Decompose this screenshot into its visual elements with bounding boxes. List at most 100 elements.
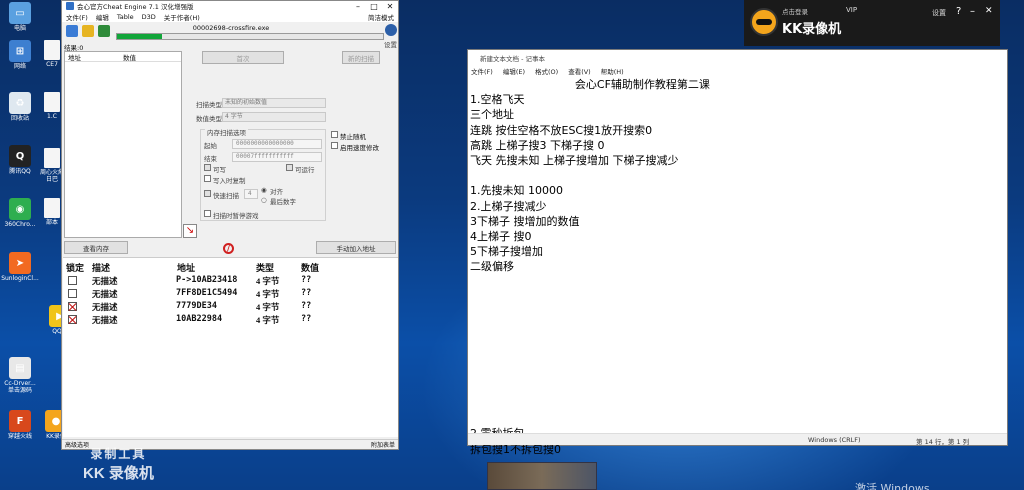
new-scan-button[interactable]: 新的扫描	[342, 51, 380, 64]
writable-checkbox[interactable]	[204, 164, 211, 171]
executable-checkbox[interactable]	[286, 164, 293, 171]
desktop-app-icon: ♻	[9, 92, 31, 114]
desktop-icon-label: 穿越火线	[7, 433, 32, 440]
scan-progress-bar	[116, 33, 384, 40]
process-name: 00002698-crossfire.exe	[192, 24, 270, 32]
value-type-select[interactable]: 4 字节	[222, 112, 326, 122]
close-icon[interactable]: ✕	[382, 2, 398, 11]
row-type: 4 字节	[256, 276, 280, 286]
desktop-app-icon: ➤	[9, 252, 31, 274]
desktop-icon[interactable]: ◉ 360Chro...	[0, 198, 40, 229]
enable-speedhack-label: 启用速度修改	[340, 144, 379, 152]
np-menu-view[interactable]: 查看(V)	[568, 66, 591, 76]
table-row[interactable]: 无描述 7FF8DE1C5494 4 字节??	[63, 288, 398, 300]
row-type: 4 字节	[256, 302, 280, 312]
menu-table[interactable]: Table	[117, 13, 134, 21]
last-digits-radio[interactable]: ○	[261, 196, 267, 204]
close-icon[interactable]: ✕	[985, 6, 993, 16]
desktop-icon[interactable]: Q 腾讯QQ	[0, 145, 40, 176]
document-icon	[44, 92, 60, 112]
menu-d3d[interactable]: D3D	[142, 13, 156, 21]
add-address-button[interactable]: 手动加入地址	[316, 241, 396, 254]
row-description: 无描述	[92, 315, 118, 325]
pointer-arrow-icon[interactable]: ↘	[183, 224, 197, 238]
align-radio[interactable]: ◉	[261, 186, 267, 194]
stop-icon[interactable]: /	[223, 243, 234, 254]
kk-vip-badge[interactable]: VIP	[846, 6, 857, 14]
desktop-app-icon: ⊞	[9, 40, 31, 62]
np-menu-file[interactable]: 文件(F)	[471, 66, 493, 76]
disable-random-checkbox[interactable]	[331, 131, 338, 138]
col-value[interactable]: 数值	[123, 52, 136, 62]
desktop-app-icon: ◉	[9, 198, 31, 220]
col-address[interactable]: 地址	[65, 52, 123, 62]
stop-address-field[interactable]: 00007fffffffffff	[232, 152, 322, 162]
desktop-icon-label: 电脑	[13, 25, 26, 32]
start-address-field[interactable]: 0000000000000000	[232, 139, 322, 149]
notepad-line: 4上梯子 搜0	[470, 229, 532, 243]
settings-label[interactable]: 设置	[384, 39, 397, 49]
maximize-icon[interactable]: □	[366, 2, 382, 11]
menu-simple-mode[interactable]: 简洁模式	[368, 12, 398, 22]
freeze-checkbox[interactable]	[68, 276, 77, 285]
desktop-icon[interactable]: ♻ 回收站	[0, 92, 40, 123]
table-row[interactable]: 无描述 7779DE34 4 字节??	[63, 301, 398, 313]
desktop-icon-label: Cc-Drver... 单击源码	[4, 380, 36, 394]
found-address-list[interactable]: 地址 数值	[64, 51, 182, 238]
table-row[interactable]: 无描述 P->10AB23418 4 字节??	[63, 275, 398, 287]
notepad-line	[470, 274, 1005, 289]
notepad-title: 新建文本文档 - 记事本	[480, 54, 545, 63]
kk-settings-link[interactable]: 设置	[932, 8, 946, 18]
taskbar-thumbnail[interactable]	[487, 462, 597, 490]
menu-file[interactable]: 文件(F)	[66, 12, 88, 22]
ce-logo-icon[interactable]	[385, 24, 397, 36]
kk-login-link[interactable]: 点击登录	[782, 6, 808, 16]
desktop-app-icon: ▭	[9, 2, 31, 24]
freeze-checkbox[interactable]	[68, 315, 77, 324]
th-address[interactable]: 地址	[177, 261, 195, 274]
np-menu-help[interactable]: 帮助(H)	[601, 66, 624, 76]
notepad-line	[470, 320, 1005, 335]
desktop-icon[interactable]: ▤ Cc-Drver... 单击源码	[0, 357, 40, 394]
enable-speedhack-checkbox[interactable]	[331, 142, 338, 149]
ce-title-bar[interactable]: 会心官方Cheat Engine 7.1 汉化增强版 – □ ✕	[62, 1, 398, 11]
desktop-icon[interactable]: ▭ 电脑	[0, 2, 40, 33]
row-value: ??	[301, 301, 312, 311]
cheat-table-header: 锁定 描述 地址 类型 数值	[63, 261, 398, 273]
minimize-icon[interactable]: –	[350, 2, 366, 11]
th-active[interactable]: 锁定	[66, 261, 84, 274]
scan-type-select[interactable]: 未知的初始数值	[222, 98, 326, 108]
th-value[interactable]: 数值	[301, 261, 319, 274]
th-description[interactable]: 描述	[92, 261, 110, 274]
table-row[interactable]: 无描述 10AB22984 4 字节??	[63, 314, 398, 326]
desktop-icon[interactable]: F 穿越火线	[0, 410, 40, 441]
notepad-text-area[interactable]: 会心CF辅助制作教程第二课 1.空格飞天 三个地址 连跳 按住空格不放ESC搜1放开搜…	[470, 77, 1005, 456]
encoding-status: Windows (CRLF)	[808, 436, 861, 444]
np-menu-edit[interactable]: 编辑(E)	[503, 66, 525, 76]
pause-game-checkbox[interactable]	[204, 210, 211, 217]
desktop-icon[interactable]: ⊞ 网络	[0, 40, 40, 71]
align-label: 对齐	[270, 188, 283, 196]
desktop-icon[interactable]: ➤ SunloginCl...	[0, 252, 40, 283]
help-icon[interactable]: ?	[956, 6, 961, 17]
fast-scan-checkbox[interactable]	[204, 190, 211, 197]
table-extras-link[interactable]: 附加表单	[371, 440, 395, 449]
menu-about[interactable]: 关于作者(H)	[164, 12, 200, 22]
pause-game-label: 扫描时暂停游戏	[213, 212, 259, 220]
th-type[interactable]: 类型	[256, 261, 274, 274]
notepad-line: 飞天 先搜未知 上梯子搜增加 下梯子搜减少	[470, 153, 679, 167]
notepad-title-bar[interactable]: 新建文本文档 - 记事本	[468, 50, 1007, 65]
recording-watermark: 录制工具 KK 录像机	[83, 445, 154, 483]
fast-scan-value[interactable]: 4	[244, 189, 258, 199]
copy-on-write-label: 写入时复制	[213, 177, 246, 185]
np-menu-format[interactable]: 格式(O)	[535, 66, 558, 76]
row-description: 无描述	[92, 289, 118, 299]
copy-on-write-checkbox[interactable]	[204, 175, 211, 182]
freeze-checkbox[interactable]	[68, 289, 77, 298]
first-scan-button[interactable]: 首次	[202, 51, 284, 64]
minimize-icon[interactable]: –	[970, 6, 975, 17]
freeze-checkbox[interactable]	[68, 302, 77, 311]
menu-edit[interactable]: 编辑	[96, 12, 109, 22]
desktop-icon-label: 360Chro...	[4, 221, 36, 228]
view-memory-button[interactable]: 查看内存	[64, 241, 128, 254]
